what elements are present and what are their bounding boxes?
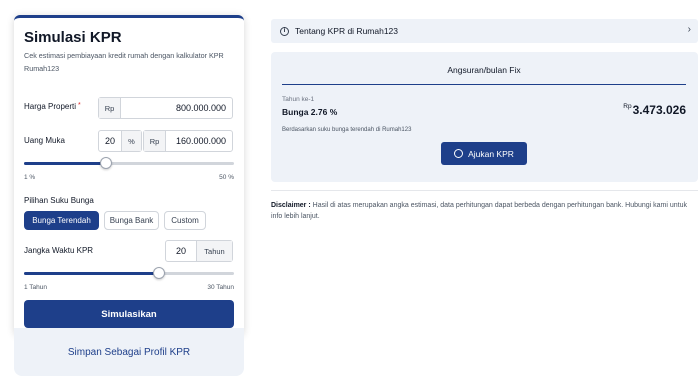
simulasikan-button[interactable]: Simulasikan	[24, 300, 234, 328]
slider-max-label: 50 %	[219, 174, 234, 181]
uang-muka-amount-input[interactable]: Rp 160.000.000	[143, 130, 233, 152]
slider-max-label: 30 Tahun	[207, 284, 234, 291]
calculator-title: Simulasi KPR	[24, 29, 122, 46]
divider	[271, 190, 698, 191]
monthly-installment: Rp3.473.026	[623, 103, 686, 117]
percent-suffix: %	[121, 131, 141, 151]
result-panel: Angsuran/bulan Fix Tahun ke-1 Bunga 2.76…	[271, 52, 698, 182]
disclaimer-title: Disclaimer :	[271, 202, 311, 209]
slider-min-label: 1 Tahun	[24, 284, 48, 291]
tenor-slider-handle[interactable]	[153, 267, 165, 279]
ajukan-kpr-button[interactable]: Ajukan KPR	[441, 142, 527, 165]
tenor-slider[interactable]	[24, 272, 234, 275]
tahun-suffix: Tahun	[196, 241, 232, 261]
about-kpr-label: Tentang KPR di Rumah123	[295, 26, 399, 36]
result-header: Angsuran/bulan Fix	[282, 63, 686, 85]
slider-min-label: 1 %	[24, 174, 36, 181]
whatsapp-icon	[454, 149, 464, 158]
save-profile-link[interactable]: Simpan Sebagai Profil KPR	[14, 328, 244, 376]
option-bunga-bank[interactable]: Bunga Bank	[104, 211, 159, 230]
jangka-waktu-value: 20	[175, 246, 186, 256]
jangka-waktu-input[interactable]: 20 Tahun	[165, 240, 233, 262]
disclaimer-text: Hasil di atas merupakan angka estimasi, …	[271, 202, 688, 220]
slider-fill	[24, 162, 106, 165]
currency-prefix: Rp	[99, 98, 121, 118]
uang-muka-percent-input[interactable]: 20 %	[98, 130, 142, 152]
required-mark: *	[78, 102, 81, 109]
disclaimer: Disclaimer : Hasil di atas merupakan ang…	[271, 200, 691, 222]
down-payment-slider-handle[interactable]	[100, 157, 112, 169]
kpr-calculator-card: Simulasi KPR Cek estimasi pembiayaan kre…	[14, 15, 244, 335]
year-label: Tahun ke-1	[282, 96, 315, 103]
about-kpr-accordion[interactable]: i Tentang KPR di Rumah123 ›	[271, 19, 698, 43]
suku-bunga-label: Pilihan Suku Bunga	[24, 196, 94, 205]
uang-muka-label: Uang Muka	[24, 136, 65, 145]
harga-properti-value: 800.000.000	[175, 103, 226, 113]
calculator-subtitle: Cek estimasi pembiayaan kredit rumah den…	[24, 51, 224, 73]
option-custom[interactable]: Custom	[164, 211, 206, 230]
harga-properti-input[interactable]: Rp 800.000.000	[98, 97, 233, 119]
uang-muka-percent-value: 20	[104, 136, 115, 146]
info-icon: i	[280, 26, 289, 36]
down-payment-slider[interactable]	[24, 162, 234, 165]
currency-prefix: Rp	[144, 131, 166, 151]
installment-amount: 3.473.026	[632, 103, 686, 117]
slider-fill	[24, 272, 159, 275]
ajukan-label: Ajukan KPR	[468, 148, 514, 159]
harga-properti-label: Harga Properti *	[24, 102, 81, 111]
option-bunga-terendah[interactable]: Bunga Terendah	[24, 211, 99, 230]
currency-label: Rp	[623, 103, 632, 110]
interest-rate: Bunga 2.76 %	[282, 107, 338, 117]
uang-muka-amount-value: 160.000.000	[175, 136, 226, 146]
rate-note: Berdasarkan suku bunga terendah di Rumah…	[282, 127, 412, 133]
chevron-right-icon: ›	[687, 24, 691, 35]
jangka-waktu-label: Jangka Waktu KPR	[24, 246, 94, 255]
